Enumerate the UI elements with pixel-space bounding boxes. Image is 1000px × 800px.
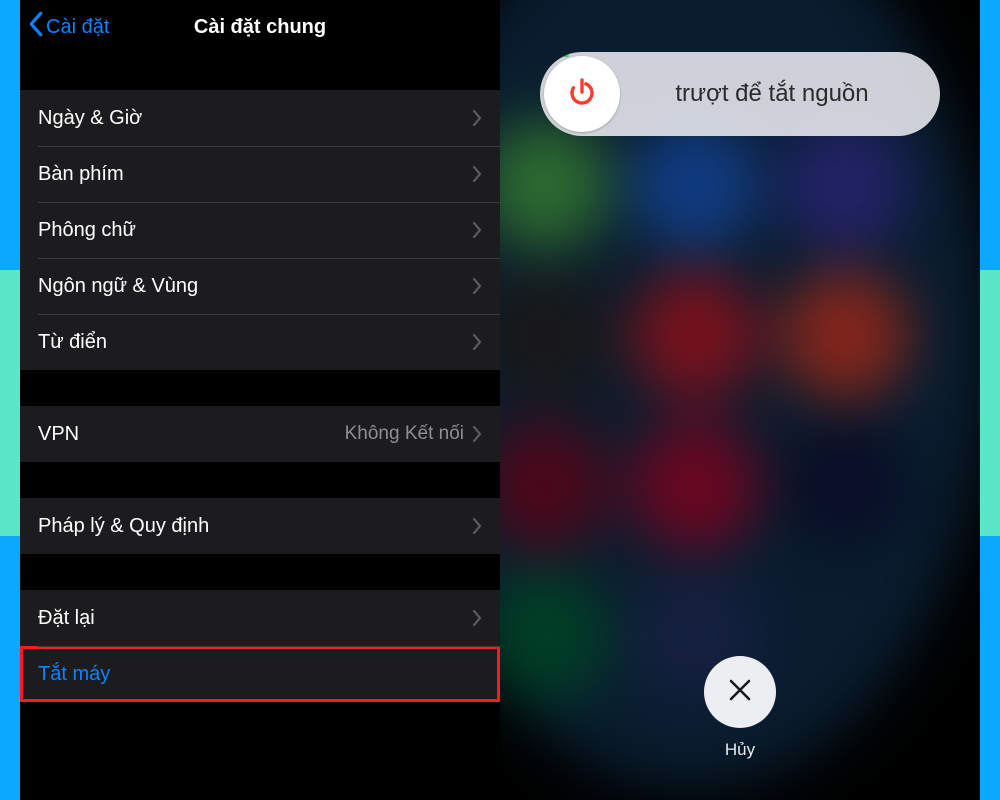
row-keyboard[interactable]: Bàn phím xyxy=(20,146,500,202)
row-label: Phông chữ xyxy=(38,219,472,242)
chevron-right-icon xyxy=(472,110,482,126)
settings-pane: Cài đặt Cài đặt chung Ngày & Giờ Bàn phí… xyxy=(20,0,500,800)
cancel-button[interactable] xyxy=(704,656,776,728)
back-button[interactable]: Cài đặt xyxy=(28,12,109,42)
chevron-right-icon xyxy=(472,610,482,626)
group-separator xyxy=(20,462,500,498)
slider-label: trượt để tắt nguồn xyxy=(624,80,940,108)
row-date-time[interactable]: Ngày & Giờ xyxy=(20,90,500,146)
row-reset[interactable]: Đặt lại xyxy=(20,590,500,646)
row-label: Đặt lại xyxy=(38,607,472,630)
row-fonts[interactable]: Phông chữ xyxy=(20,202,500,258)
row-label: Bàn phím xyxy=(38,163,472,186)
row-value: Không Kết nối xyxy=(345,423,464,445)
back-label: Cài đặt xyxy=(46,16,109,39)
row-language-region[interactable]: Ngôn ngữ & Vùng xyxy=(20,258,500,314)
chevron-right-icon xyxy=(472,426,482,442)
row-label: Từ điển xyxy=(38,331,472,354)
row-shutdown[interactable]: Tắt máy xyxy=(20,646,500,702)
power-knob[interactable] xyxy=(544,56,620,132)
group-separator xyxy=(20,370,500,406)
row-legal[interactable]: Pháp lý & Quy định xyxy=(20,498,500,554)
group-separator xyxy=(20,54,500,90)
close-icon xyxy=(727,677,753,708)
group-separator xyxy=(20,554,500,590)
row-label: Pháp lý & Quy định xyxy=(38,515,472,538)
power-icon xyxy=(565,75,599,114)
row-vpn[interactable]: VPN Không Kết nối xyxy=(20,406,500,462)
poweroff-pane: trượt để tắt nguồn Hủy xyxy=(500,0,980,800)
cancel-label: Hủy xyxy=(725,740,755,760)
stage: Cài đặt Cài đặt chung Ngày & Giờ Bàn phí… xyxy=(0,0,1000,800)
chevron-left-icon xyxy=(28,12,44,42)
row-dictionary[interactable]: Từ điển xyxy=(20,314,500,370)
cancel-area: Hủy xyxy=(704,656,776,760)
power-off-slider[interactable]: trượt để tắt nguồn xyxy=(540,52,940,136)
chevron-right-icon xyxy=(472,278,482,294)
chevron-right-icon xyxy=(472,334,482,350)
chevron-right-icon xyxy=(472,166,482,182)
row-label: Tắt máy xyxy=(38,663,482,686)
nav-bar: Cài đặt Cài đặt chung xyxy=(20,0,500,54)
chevron-right-icon xyxy=(472,222,482,238)
row-label: Ngôn ngữ & Vùng xyxy=(38,275,472,298)
row-label: Ngày & Giờ xyxy=(38,107,472,130)
chevron-right-icon xyxy=(472,518,482,534)
row-label: VPN xyxy=(38,423,345,446)
